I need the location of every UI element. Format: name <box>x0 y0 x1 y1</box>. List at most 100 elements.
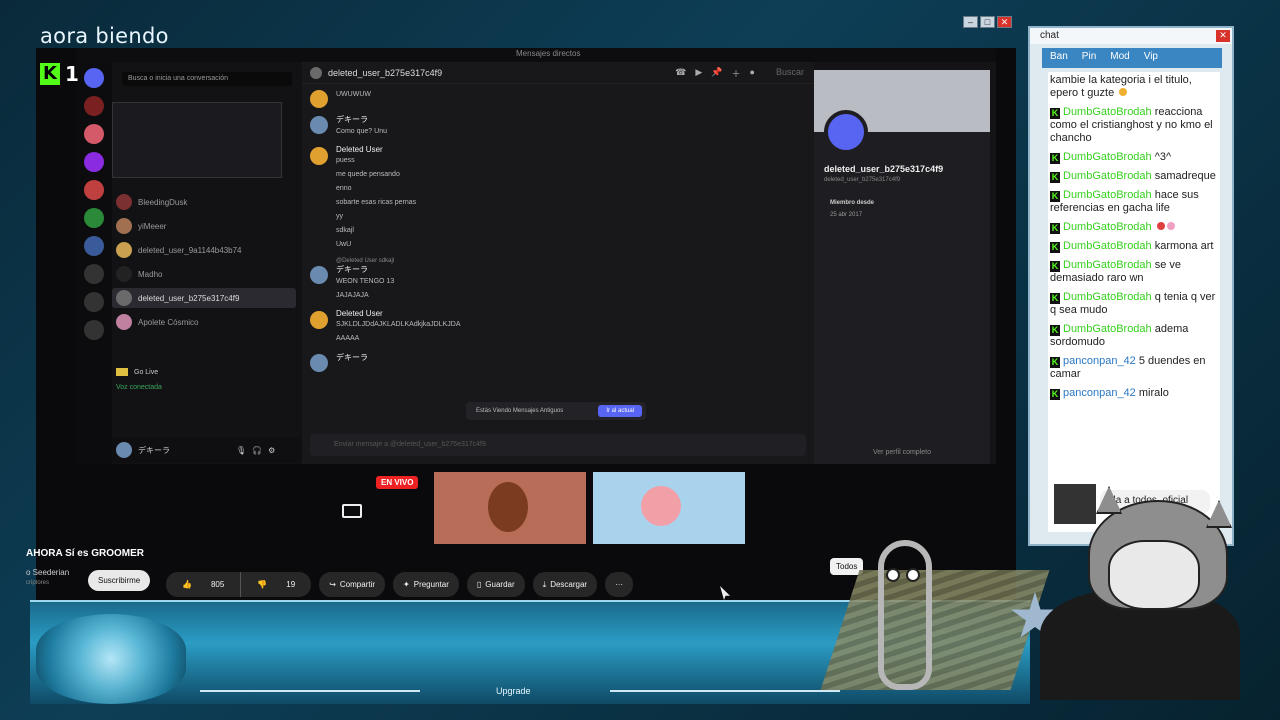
chat-username[interactable]: DumbGatoBrodah <box>1063 221 1152 233</box>
avatar <box>310 90 328 108</box>
close-button[interactable]: ✕ <box>997 16 1012 28</box>
chat-message: K DumbGatoBrodah samadreque <box>1050 170 1218 183</box>
tab-ban[interactable]: Ban <box>1050 51 1068 65</box>
message-text: UwU <box>336 241 352 248</box>
add-server-icon[interactable] <box>84 264 104 284</box>
dm-sidebar: Busca o inicia una conversación Bleeding… <box>112 62 302 464</box>
chat-username[interactable]: DumbGatoBrodah <box>1063 106 1152 118</box>
dm-item[interactable]: Apolete Cósmico <box>112 312 296 332</box>
chat-username[interactable]: panconpan_42 <box>1063 387 1136 399</box>
message-text: WEON TENGO 13 <box>336 278 395 285</box>
server-icon[interactable] <box>84 124 104 144</box>
discord-home-icon[interactable] <box>84 68 104 88</box>
current-username: デキーラ <box>138 445 170 455</box>
screen-share-icon[interactable] <box>342 504 362 518</box>
chat-message: kambie la kategoria i el titulo, epero t… <box>1050 74 1218 100</box>
participant-tile[interactable] <box>434 472 586 544</box>
dm-item[interactable]: yiMeeer <box>112 216 296 236</box>
message-author: デキーラ <box>336 353 368 362</box>
ask-button[interactable]: ✦ Preguntar <box>393 572 459 597</box>
call-icon[interactable]: ☎ <box>675 67 686 80</box>
chat-message: K DumbGatoBrodah se ve demasiado raro wn <box>1050 259 1218 285</box>
discord-window-title: Mensajes directos <box>516 49 581 58</box>
like-button[interactable]: 👍 805 <box>166 572 240 597</box>
go-live-panel: Go Live Voz conectada <box>112 362 302 393</box>
dm-item-active[interactable]: deleted_user_b275e317c4f9 <box>112 288 296 308</box>
headphones-icon[interactable]: 🎧 <box>252 446 262 455</box>
dislike-button[interactable]: 👎 19 <box>240 572 311 597</box>
upgrade-label[interactable]: Upgrade <box>496 686 531 696</box>
dm-item[interactable]: deleted_user_9a1144b43b74 <box>112 240 296 260</box>
participant-avatar <box>641 486 681 526</box>
chat-username[interactable]: DumbGatoBrodah <box>1063 259 1152 271</box>
kick-badge-icon: K <box>1050 357 1060 368</box>
message-text: enno <box>336 185 352 192</box>
kick-badge-icon: K <box>1050 325 1060 336</box>
dm-item[interactable]: BleedingDusk <box>112 192 296 212</box>
captured-screen: Mensajes directos Busca o inicia una con… <box>26 48 1016 608</box>
pin-icon[interactable]: 📌 <box>711 67 722 80</box>
dm-chat-pane: deleted_user_b275e317c4f9 ☎ ▶ 📌 ＋ ● Busc… <box>302 62 814 464</box>
avatar <box>310 66 322 79</box>
channel-name[interactable]: o Seederian <box>26 568 69 577</box>
like-dislike-group: 👍 805 👎 19 <box>166 572 312 597</box>
save-button[interactable]: ▯ Guardar <box>466 572 525 597</box>
participant-tile[interactable] <box>593 472 745 544</box>
minimize-button[interactable]: – <box>963 16 978 28</box>
server-list <box>76 62 112 464</box>
video-call-icon[interactable]: ▶ <box>695 67 702 80</box>
message-input[interactable]: Enviar mensaje a @deleted_user_b275e317c… <box>310 434 806 456</box>
chat-username[interactable]: DumbGatoBrodah <box>1063 151 1152 163</box>
chat-username[interactable]: DumbGatoBrodah <box>1063 323 1152 335</box>
settings-gear-icon[interactable]: ⚙ <box>268 446 275 455</box>
more-actions-button[interactable]: ··· <box>605 572 634 597</box>
avatar <box>116 266 132 282</box>
mic-icon[interactable]: 🎙 <box>236 446 246 455</box>
profile-toggle-icon[interactable]: ● <box>750 67 755 80</box>
chat-close-button[interactable]: ✕ <box>1216 30 1230 42</box>
server-icon[interactable] <box>84 236 104 256</box>
view-full-profile-link[interactable]: Ver perfil completo <box>814 449 990 456</box>
chat-username[interactable]: panconpan_42 <box>1063 355 1136 367</box>
tab-vip[interactable]: Vip <box>1144 51 1158 65</box>
chat-username[interactable]: DumbGatoBrodah <box>1063 240 1152 252</box>
chat-header-actions: ☎ ▶ 📌 ＋ ● Buscar <box>675 67 804 80</box>
add-friend-icon[interactable]: ＋ <box>732 67 741 80</box>
clippy-eye-icon <box>886 568 900 582</box>
go-live-row[interactable]: Go Live <box>112 362 302 382</box>
message: UWUWUW <box>310 88 790 108</box>
tab-pin[interactable]: Pin <box>1082 51 1096 65</box>
download-icon[interactable] <box>84 320 104 340</box>
cd-disc-icon <box>36 614 186 704</box>
member-since-date: 25 abr 2017 <box>830 212 863 218</box>
kick-badge-icon: K <box>1050 293 1060 304</box>
subscribe-button[interactable]: Suscribirme <box>88 570 151 591</box>
share-button[interactable]: ↪ Compartir <box>319 572 386 597</box>
chat-username[interactable]: DumbGatoBrodah <box>1063 170 1152 182</box>
overlay-title: aora biendo <box>40 24 169 48</box>
old-messages-text: Estás Viendo Mensajes Antiguos <box>476 408 564 414</box>
message-author: デキーラ <box>336 115 368 124</box>
dm-item-label: BleedingDusk <box>138 197 188 207</box>
download-button[interactable]: ⤓ Descargar <box>532 572 598 597</box>
jump-to-present-button[interactable]: Ir al actual <box>598 405 642 417</box>
server-icon[interactable] <box>84 152 104 172</box>
header-search[interactable]: Buscar <box>776 67 804 80</box>
server-icon[interactable] <box>84 180 104 200</box>
tab-mod[interactable]: Mod <box>1110 51 1129 65</box>
dm-search-input[interactable]: Busca o inicia una conversación <box>122 72 292 86</box>
chat-message-text: miralo <box>1138 387 1169 399</box>
window-controls: – □ ✕ <box>963 16 1012 28</box>
profile-handle: deleted_user_b275e317c4f9 <box>824 177 901 183</box>
server-icon[interactable] <box>84 208 104 228</box>
chat-username[interactable]: DumbGatoBrodah <box>1063 291 1152 303</box>
maximize-button[interactable]: □ <box>980 16 995 28</box>
server-icon[interactable] <box>84 96 104 116</box>
avatar[interactable] <box>116 442 132 458</box>
bookmark-icon: ▯ <box>476 580 482 589</box>
thumbs-up-icon: 👍 <box>182 580 192 589</box>
chat-username[interactable]: DumbGatoBrodah <box>1063 189 1152 201</box>
live-badge: EN VIVO <box>376 476 419 489</box>
explore-icon[interactable] <box>84 292 104 312</box>
dm-item[interactable]: Madho <box>112 264 296 284</box>
